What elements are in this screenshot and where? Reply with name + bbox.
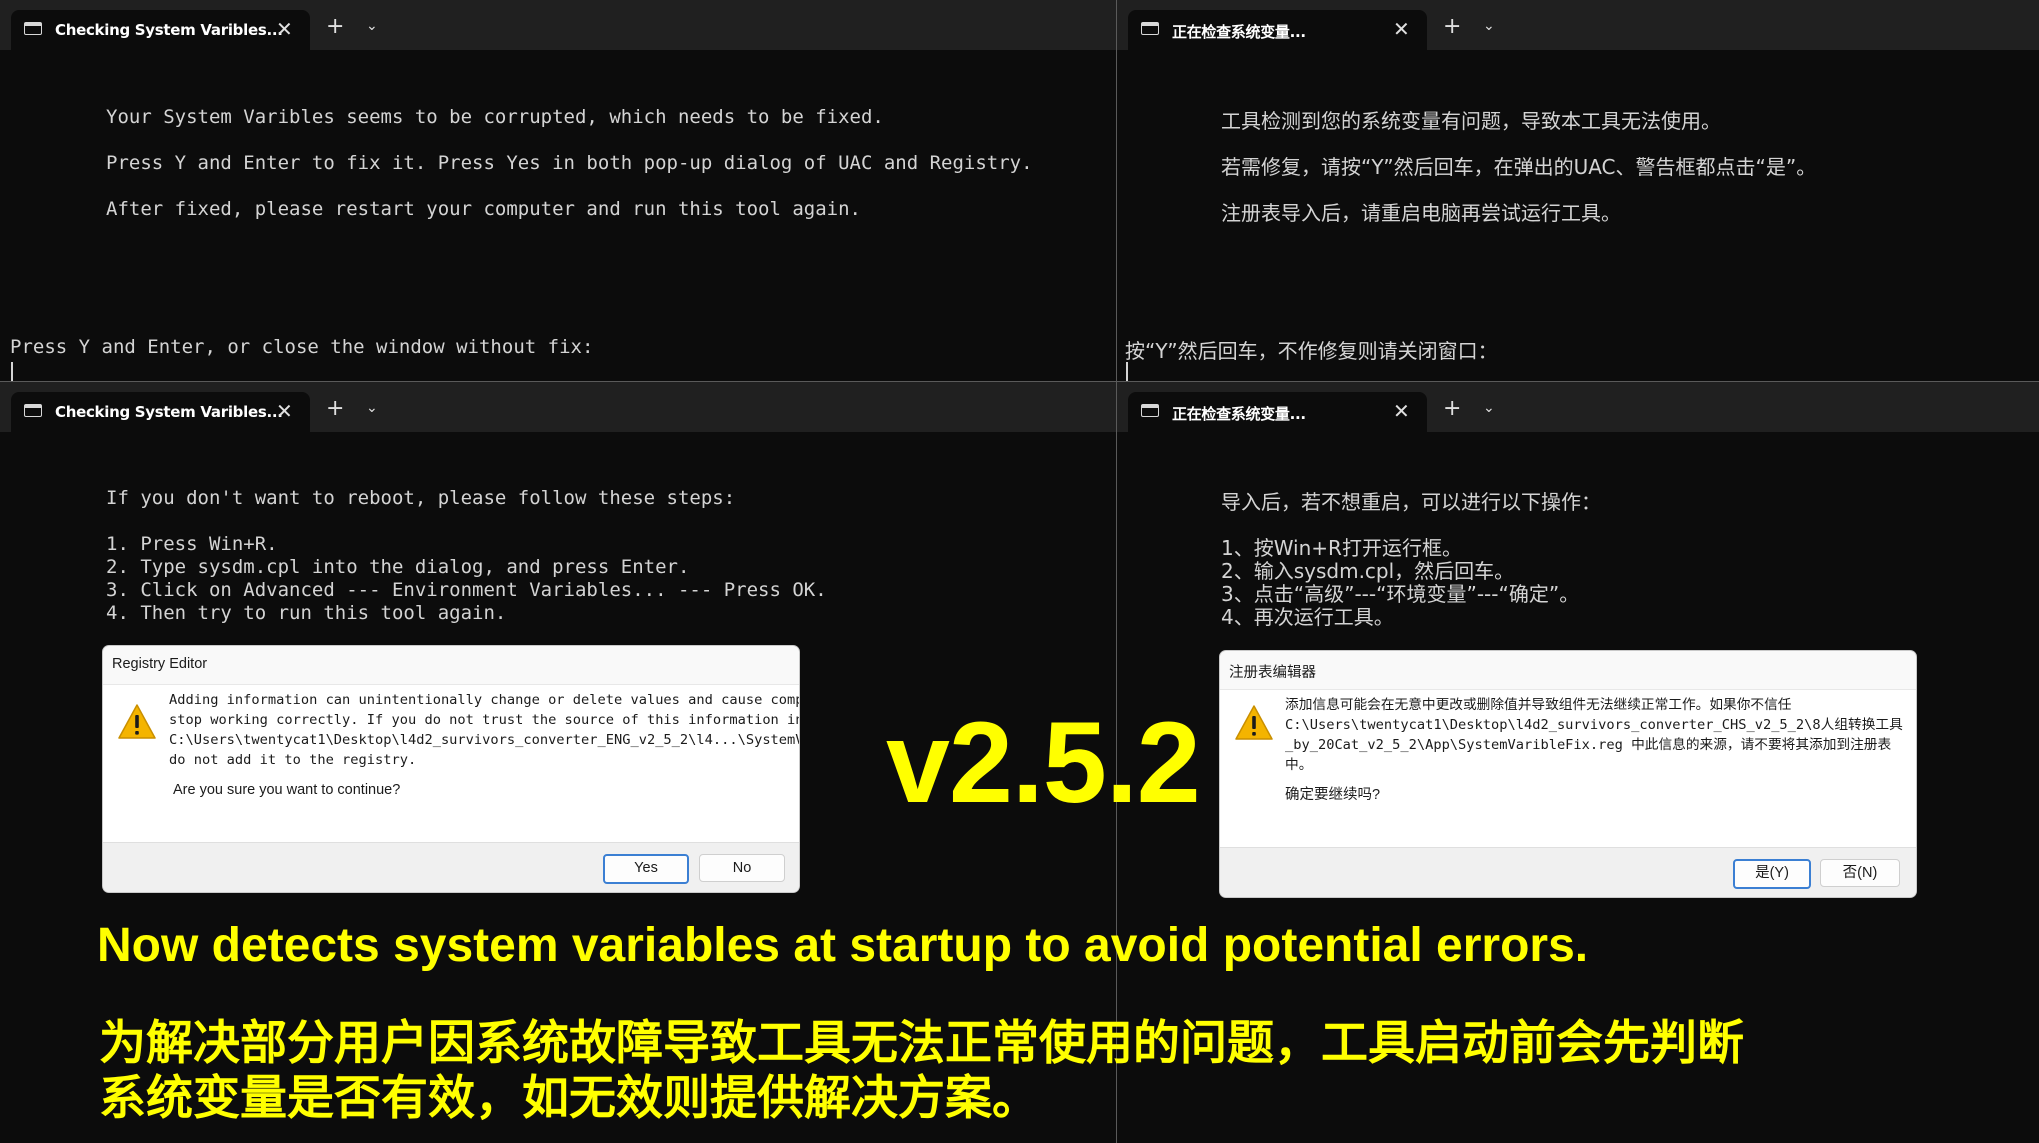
dialog-question: Are you sure you want to continue?: [173, 782, 401, 798]
terminal-line: If you don't want to reboot, please foll…: [106, 487, 736, 509]
registry-editor-dialog: Registry Editor Adding information can u…: [102, 645, 800, 893]
terminal-line: After fixed, please restart your compute…: [106, 198, 861, 220]
terminal-line: 4. Then try to run this tool again.: [106, 602, 507, 624]
close-tab-icon[interactable]: ✕: [1393, 399, 1410, 423]
terminal-tab[interactable]: 正在检查系统变量... ✕: [1128, 10, 1427, 50]
tab-bar: Checking System Varibles... ✕ + ⌄: [0, 0, 1116, 50]
tab-title: 正在检查系统变量...: [1172, 405, 1306, 423]
terminal-icon: [1141, 22, 1159, 35]
chevron-down-icon[interactable]: ⌄: [1483, 18, 1495, 34]
dialog-message: Adding information can unintentionally c…: [169, 692, 799, 768]
terminal-line: 导入后，若不想重启，可以进行以下操作：: [1221, 490, 1601, 514]
terminal-prompt: Press Y and Enter, or close the window w…: [10, 336, 594, 358]
dialog-footer: 是(Y) 否(N): [1220, 847, 1916, 897]
terminal-line: 3. Click on Advanced --- Environment Var…: [106, 579, 827, 601]
tab-bar: Checking System Varibles... ✕ + ⌄: [0, 382, 1116, 432]
dialog-body: Adding information can unintentionally c…: [103, 684, 799, 843]
dialog-question: 确定要继续吗?: [1285, 787, 1381, 803]
close-tab-icon[interactable]: ✕: [276, 17, 293, 41]
terminal-line: 2. Type sysdm.cpl into the dialog, and p…: [106, 556, 690, 578]
text-cursor: [1126, 362, 1128, 381]
new-tab-button[interactable]: +: [1443, 14, 1461, 39]
tab-bar: 正在检查系统变量... ✕ + ⌄: [1117, 0, 2039, 50]
no-button[interactable]: No: [699, 854, 785, 882]
version-label: v2.5.2: [886, 699, 1201, 827]
dialog-title: 注册表编辑器: [1229, 665, 1316, 681]
tab-title: Checking System Varibles...: [55, 403, 283, 421]
new-tab-button[interactable]: +: [1443, 396, 1461, 421]
terminal-window-cn-top: 正在检查系统变量... ✕ + ⌄ 工具检测到您的系统变量有问题，导致本工具无法…: [1117, 0, 2039, 381]
terminal-icon: [24, 22, 42, 35]
chevron-down-icon[interactable]: ⌄: [366, 18, 378, 34]
tab-title: Checking System Varibles...: [55, 21, 283, 39]
dialog-footer: Yes No: [103, 842, 799, 892]
warning-icon: [1235, 705, 1273, 740]
caption-chinese: 为解决部分用户因系统故障导致工具无法正常使用的问题，工具启动前会先判断 系统变量…: [99, 1016, 1744, 1126]
yes-button[interactable]: Yes: [603, 854, 689, 884]
new-tab-button[interactable]: +: [326, 14, 344, 39]
tab-title: 正在检查系统变量...: [1172, 23, 1306, 41]
terminal-line: Your System Varibles seems to be corrupt…: [106, 106, 884, 128]
warning-icon: [118, 704, 156, 739]
dialog-message: 添加信息可能会在无意中更改或删除值并导致组件无法继续正常工作。如果你不信任 C:…: [1285, 697, 1903, 773]
terminal-line: 注册表导入后，请重启电脑再尝试运行工具。: [1221, 201, 1621, 225]
terminal-prompt: 按“Y”然后回车，不作修复则请关闭窗口：: [1125, 339, 1498, 363]
no-button[interactable]: 否(N): [1820, 859, 1900, 887]
text-cursor: [11, 362, 13, 381]
terminal-line: Press Y and Enter to fix it. Press Yes i…: [106, 152, 1033, 174]
close-tab-icon[interactable]: ✕: [1393, 17, 1410, 41]
yes-button[interactable]: 是(Y): [1733, 859, 1811, 889]
tab-bar: 正在检查系统变量... ✕ + ⌄: [1117, 382, 2039, 432]
terminal-tab[interactable]: 正在检查系统变量... ✕: [1128, 392, 1427, 432]
dialog-title: Registry Editor: [112, 656, 208, 672]
new-tab-button[interactable]: +: [326, 396, 344, 421]
terminal-icon: [24, 404, 42, 417]
terminal-line: 工具检测到您的系统变量有问题，导致本工具无法使用。: [1221, 109, 1721, 133]
registry-editor-dialog-cn: 注册表编辑器 添加信息可能会在无意中更改或删除值并导致组件无法继续正常工作。如果…: [1219, 650, 1917, 898]
terminal-icon: [1141, 404, 1159, 417]
chevron-down-icon[interactable]: ⌄: [366, 400, 378, 416]
terminal-line: 1. Press Win+R.: [106, 533, 278, 555]
dialog-body: 添加信息可能会在无意中更改或删除值并导致组件无法继续正常工作。如果你不信任 C:…: [1220, 689, 1916, 848]
terminal-line: 4、再次运行工具。: [1221, 605, 1394, 629]
terminal-tab[interactable]: Checking System Varibles... ✕: [11, 10, 310, 50]
caption-english: Now detects system variables at startup …: [97, 919, 1589, 972]
chevron-down-icon[interactable]: ⌄: [1483, 400, 1495, 416]
close-tab-icon[interactable]: ✕: [276, 399, 293, 423]
terminal-tab[interactable]: Checking System Varibles... ✕: [11, 392, 310, 432]
terminal-window-en-top: Checking System Varibles... ✕ + ⌄ Your S…: [0, 0, 1116, 381]
terminal-line: 若需修复，请按“Y”然后回车，在弹出的UAC、警告框都点击“是”。: [1221, 155, 1817, 179]
